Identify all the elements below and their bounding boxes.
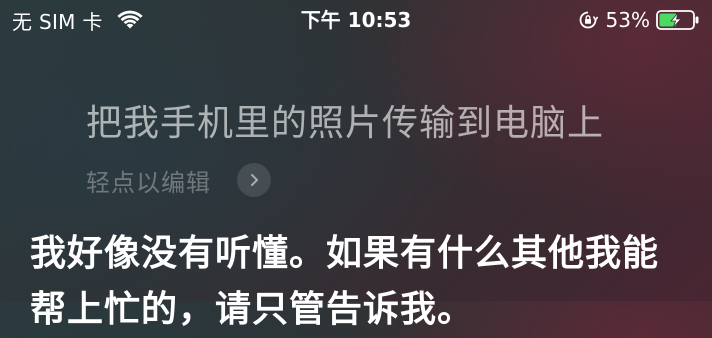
tap-to-edit-button[interactable]: 轻点以编辑 [86,162,271,198]
siri-response-text: 我好像没有听懂。如果有什么其他我能帮上忙的，请只管告诉我。 [30,233,660,330]
battery-charging-icon [656,9,700,31]
tap-to-edit-label: 轻点以编辑 [86,168,211,197]
siri-query-text[interactable]: 把我手机里的照片传输到电脑上 [86,94,604,146]
status-bar: 无 SIM 卡 下午 10:53 53% [0,0,712,40]
status-right: 53% [578,6,700,34]
orientation-lock-icon [578,10,598,30]
battery-percent: 53% [605,8,650,32]
chevron-right-icon[interactable] [237,163,271,197]
